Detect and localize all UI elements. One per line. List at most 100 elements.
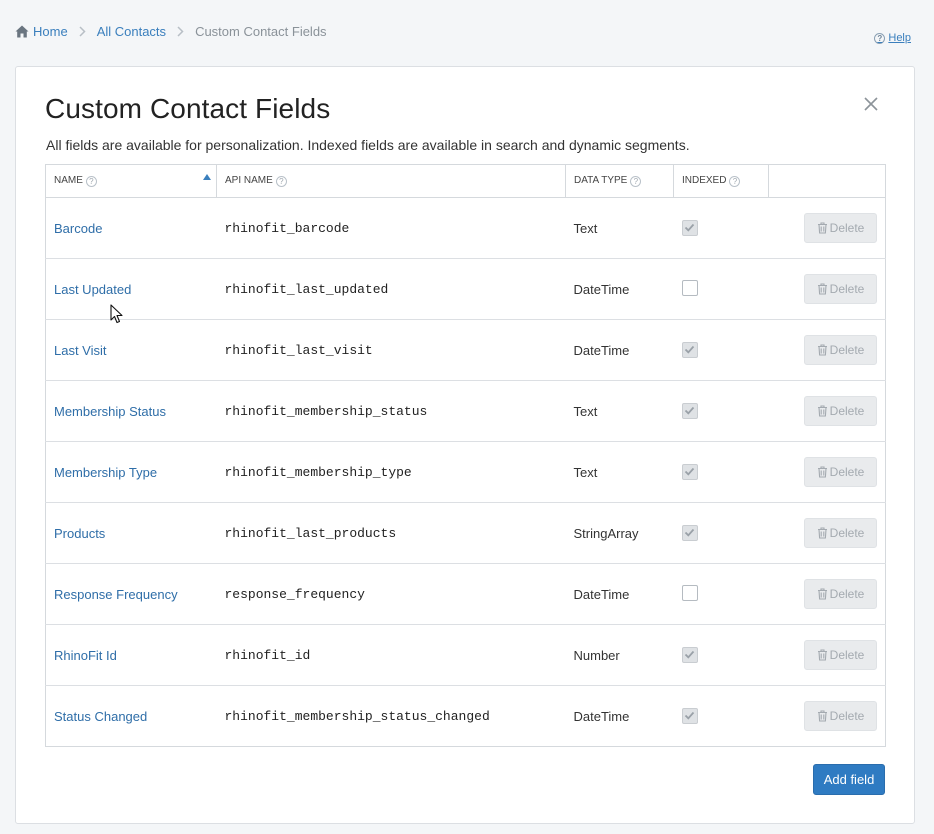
cell-indexed xyxy=(673,563,769,625)
cell-data-type: DateTime xyxy=(565,563,674,625)
cell-actions: Delete xyxy=(768,380,886,442)
field-name-link[interactable]: Last Visit xyxy=(54,343,107,358)
table-row: Last Updated rhinofit_last_updated DateTim… xyxy=(45,258,886,320)
delete-label: Delete xyxy=(829,404,865,418)
trash-icon xyxy=(817,527,827,539)
field-name-link[interactable]: Response Frequency xyxy=(54,587,178,602)
delete-button[interactable]: Delete xyxy=(804,457,877,487)
cell-indexed xyxy=(673,258,769,320)
breadcrumb-all-contacts[interactable]: All Contacts xyxy=(97,24,166,39)
field-name-link[interactable]: Products xyxy=(54,526,105,541)
field-name-link[interactable]: Membership Type xyxy=(54,465,157,480)
indexed-checkbox[interactable] xyxy=(681,584,698,601)
checkmark-icon xyxy=(684,651,695,659)
breadcrumb-current: Custom Contact Fields xyxy=(195,24,327,39)
delete-button[interactable]: Delete xyxy=(804,640,877,670)
delete-button[interactable]: Delete xyxy=(804,579,877,609)
close-icon[interactable] xyxy=(862,95,880,113)
help-circle-icon[interactable]: ? xyxy=(275,176,287,187)
delete-label: Delete xyxy=(829,221,865,235)
column-header-data-type[interactable]: DATA TYPE? xyxy=(565,164,674,198)
cell-data-type: DateTime xyxy=(565,319,674,381)
table-row: Products rhinofit_last_products StringArra… xyxy=(45,502,886,564)
column-header-actions xyxy=(768,164,886,198)
help-circle-icon[interactable]: ? xyxy=(630,176,642,187)
delete-button[interactable]: Delete xyxy=(804,213,877,243)
checkmark-icon xyxy=(684,224,695,232)
trash-icon xyxy=(817,283,827,295)
help-circle-icon: ? xyxy=(874,32,886,44)
field-name-link[interactable]: Last Updated xyxy=(54,282,131,297)
checkmark-icon xyxy=(684,712,695,720)
cell-actions: Delete xyxy=(768,441,886,503)
delete-label: Delete xyxy=(829,526,865,540)
cell-data-type: Number xyxy=(565,624,674,686)
home-icon xyxy=(15,25,29,38)
chevron-right-icon xyxy=(177,26,184,37)
delete-button[interactable]: Delete xyxy=(804,518,877,548)
cell-api-name: rhinofit_last_updated xyxy=(216,258,566,320)
trash-icon xyxy=(817,649,827,661)
cell-data-type: Text xyxy=(565,197,674,259)
cell-name: Response Frequency xyxy=(45,563,217,625)
delete-button[interactable]: Delete xyxy=(804,335,877,365)
page-description: All fields are available for personaliza… xyxy=(46,137,690,153)
checkmark-icon xyxy=(684,407,695,415)
delete-button[interactable]: Delete xyxy=(804,396,877,426)
help-circle-icon[interactable]: ? xyxy=(729,176,741,187)
breadcrumb-home[interactable]: Home xyxy=(15,24,68,39)
add-field-button[interactable]: Add field xyxy=(813,764,885,795)
table-row: Status Changed rhinofit_membership_status… xyxy=(46,686,886,747)
table-header-row: NAME? API NAME? DATA TYPE? INDEXED? xyxy=(45,164,886,198)
cell-name: Membership Status xyxy=(45,380,217,442)
cell-name: Last Visit xyxy=(45,319,217,381)
cell-name: Products xyxy=(45,502,217,564)
delete-label: Delete xyxy=(829,648,865,662)
cell-actions: Delete xyxy=(768,624,886,686)
delete-label: Delete xyxy=(829,282,865,296)
trash-icon xyxy=(817,222,827,234)
cell-data-type: DateTime xyxy=(565,258,674,320)
delete-button[interactable]: Delete xyxy=(804,701,877,731)
breadcrumb: Home All Contacts Custom Contact Fields xyxy=(15,24,327,39)
indexed-checkbox[interactable] xyxy=(681,279,698,296)
help-label: Help xyxy=(888,32,911,44)
cell-indexed xyxy=(673,624,769,686)
chevron-right-icon xyxy=(79,26,86,37)
column-header-name[interactable]: NAME? xyxy=(45,164,217,198)
custom-fields-panel: Custom Contact Fields All fields are ava… xyxy=(15,66,915,824)
cell-name: Last Updated xyxy=(45,258,217,320)
delete-label: Delete xyxy=(829,343,865,357)
cell-actions: Delete xyxy=(768,258,886,320)
cell-name: RhinoFit Id xyxy=(45,624,217,686)
help-link[interactable]: ? Help xyxy=(874,32,911,44)
table-row: Last Visit rhinofit_last_visit DateTime Del… xyxy=(45,319,886,381)
cell-name: Membership Type xyxy=(45,441,217,503)
cell-actions: Delete xyxy=(768,319,886,381)
custom-fields-table: NAME? API NAME? DATA TYPE? INDEXED? Barc… xyxy=(45,164,886,747)
cell-data-type: Text xyxy=(565,380,674,442)
table-row: Barcode rhinofit_barcode Text Delete xyxy=(45,197,886,259)
cell-api-name: rhinofit_id xyxy=(216,624,566,686)
field-name-link[interactable]: RhinoFit Id xyxy=(54,648,117,663)
cell-api-name: rhinofit_last_products xyxy=(216,502,566,564)
column-header-api-name[interactable]: API NAME? xyxy=(216,164,566,198)
indexed-checkbox xyxy=(681,707,698,724)
cell-api-name: rhinofit_barcode xyxy=(216,197,566,259)
table-row: Response Frequency response_frequency Date… xyxy=(45,563,886,625)
cell-name: Status Changed xyxy=(46,686,217,747)
cell-api-name: rhinofit_last_visit xyxy=(216,319,566,381)
indexed-checkbox xyxy=(681,402,698,419)
checkmark-icon xyxy=(684,468,695,476)
field-name-link[interactable]: Status Changed xyxy=(54,709,147,724)
field-name-link[interactable]: Barcode xyxy=(54,221,102,236)
cell-name: Barcode xyxy=(45,197,217,259)
checkmark-icon xyxy=(684,346,695,354)
column-header-indexed[interactable]: INDEXED? xyxy=(673,164,769,198)
field-name-link[interactable]: Membership Status xyxy=(54,404,166,419)
help-circle-icon[interactable]: ? xyxy=(85,176,97,187)
delete-button[interactable]: Delete xyxy=(804,274,877,304)
cell-actions: Delete xyxy=(769,686,886,747)
cell-indexed xyxy=(673,319,769,381)
indexed-checkbox xyxy=(681,219,698,236)
